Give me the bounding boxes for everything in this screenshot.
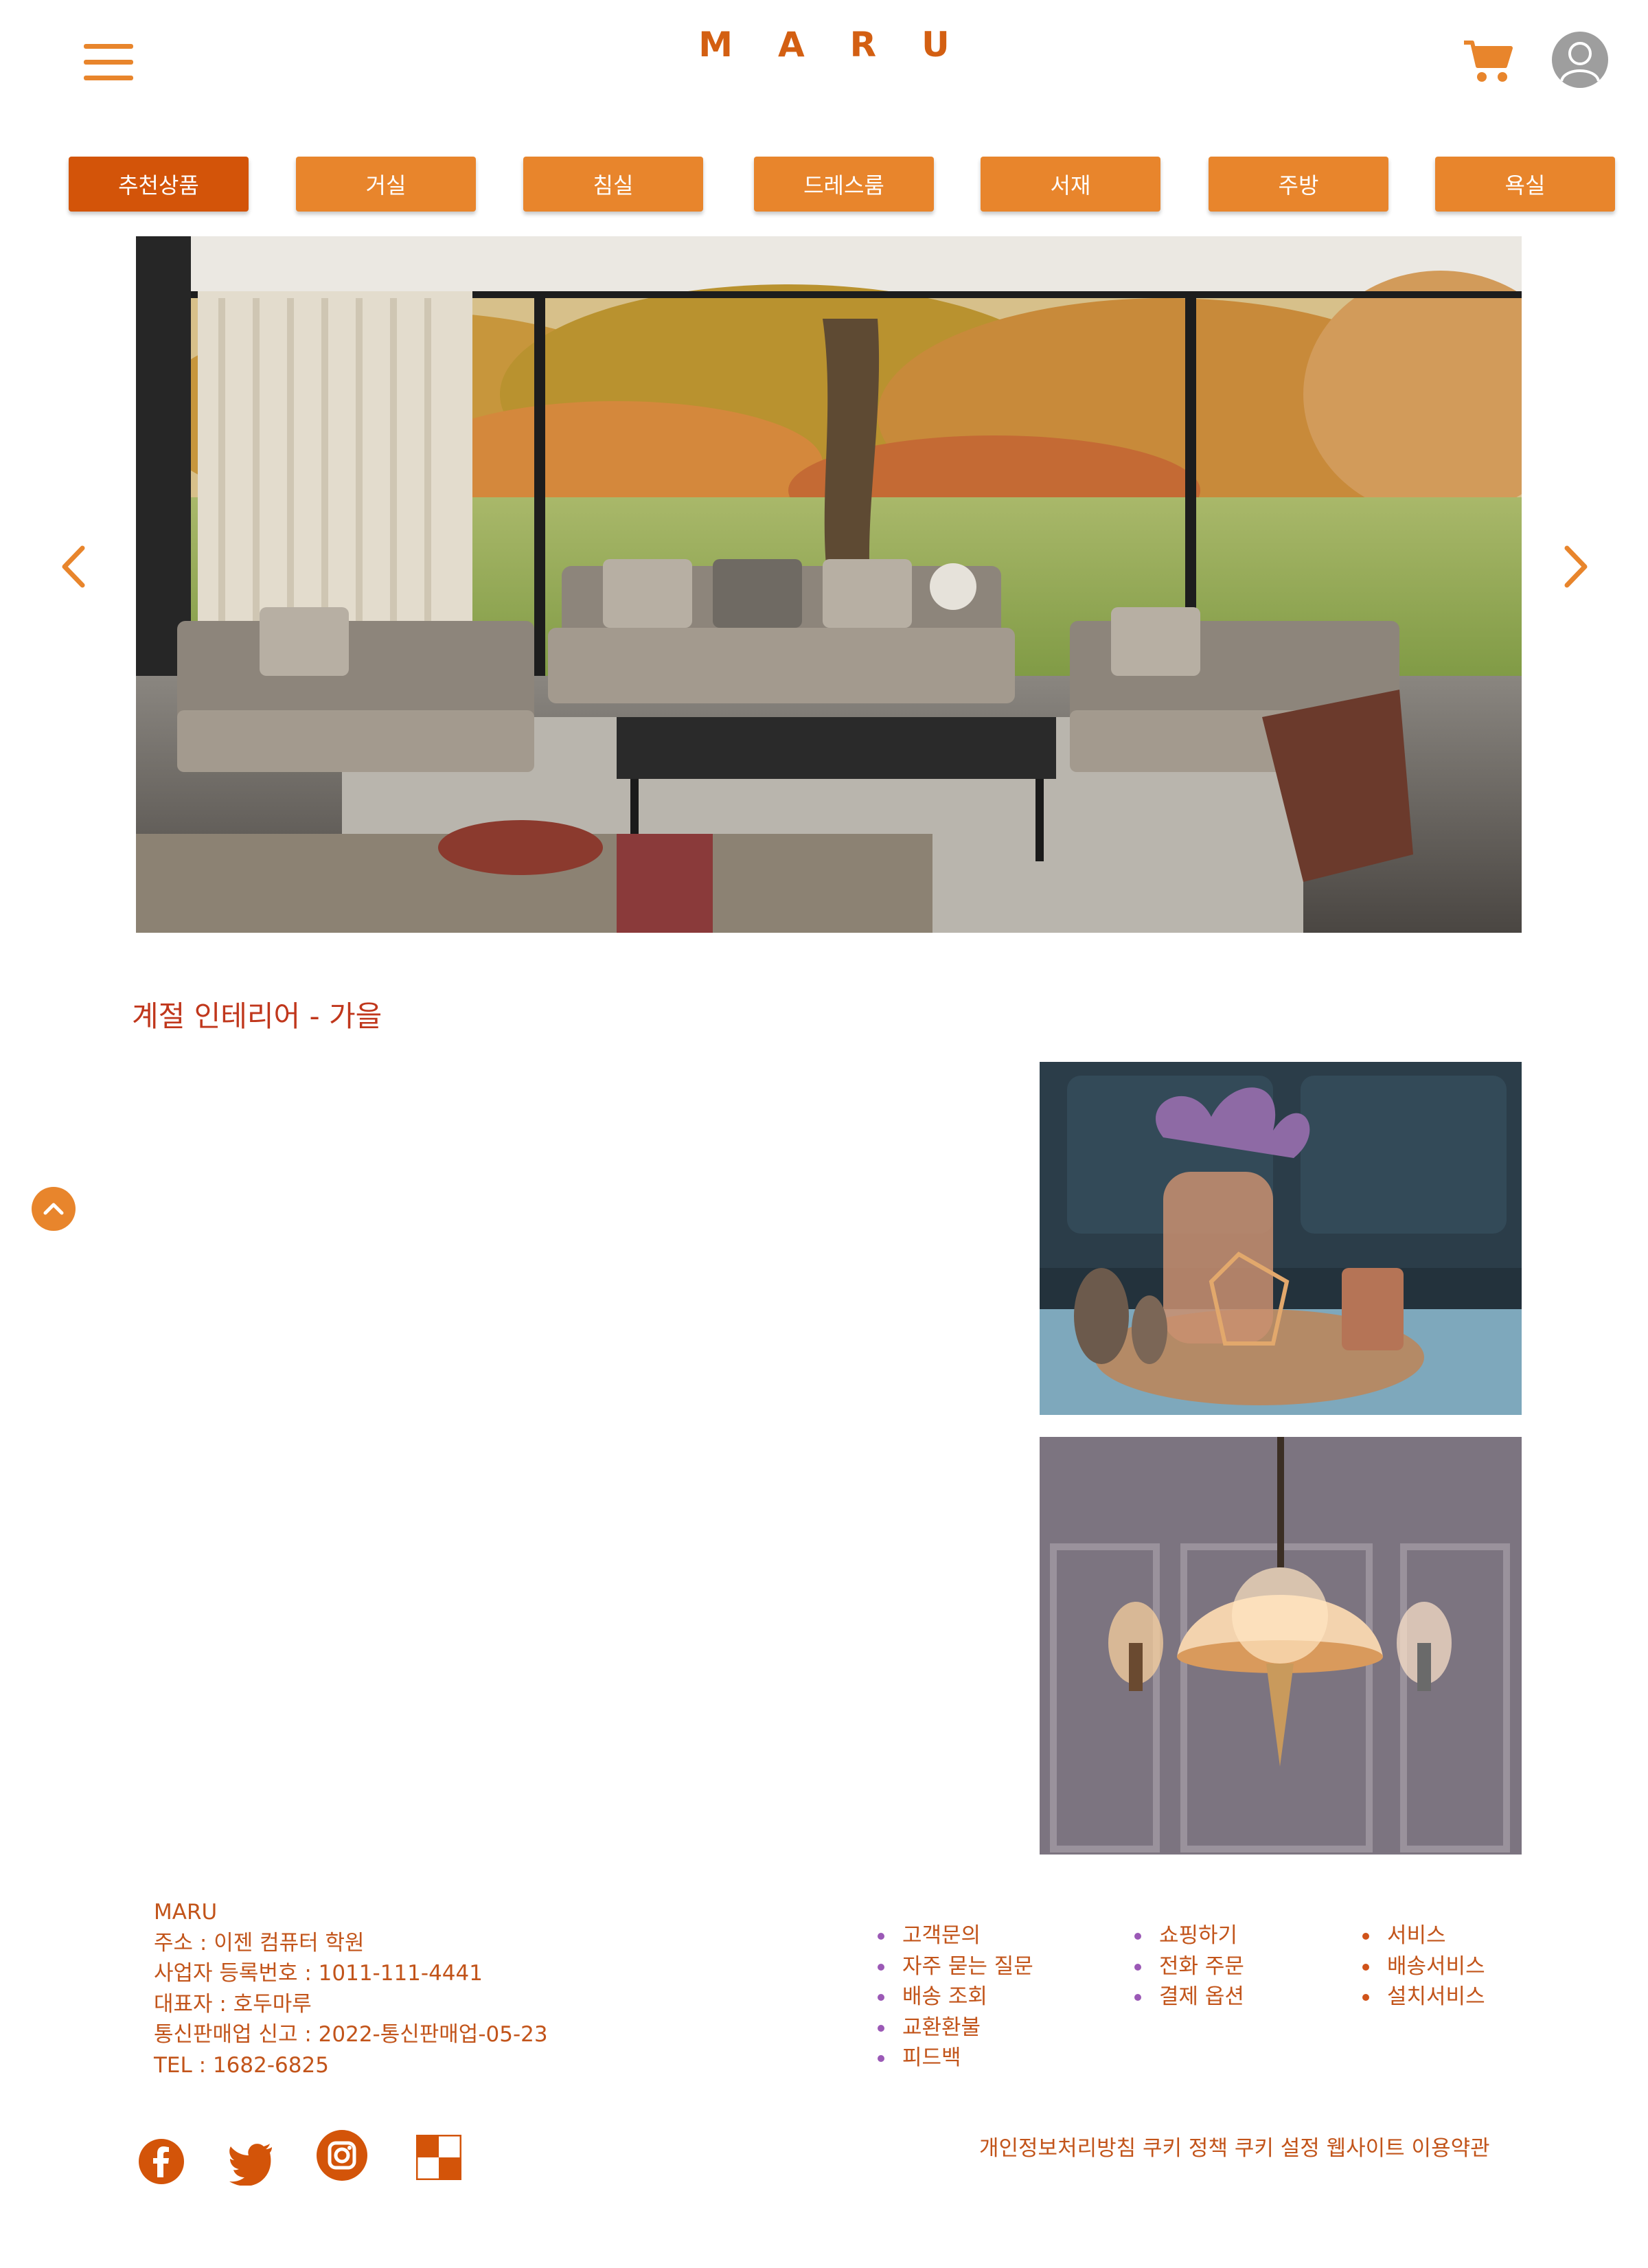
- footer-link-delivery-tracking[interactable]: 배송 조회: [878, 1982, 1033, 2012]
- carousel-prev-button[interactable]: [54, 543, 95, 591]
- chandelier-image[interactable]: [1040, 1437, 1522, 1855]
- chevron-right-icon: [1564, 545, 1588, 588]
- cookie-policy-link[interactable]: 쿠키 정책: [1143, 2136, 1228, 2161]
- checker-link[interactable]: [415, 2134, 468, 2187]
- scroll-to-top-button[interactable]: [32, 1187, 76, 1231]
- footer-link-shopping[interactable]: 쇼핑하기: [1134, 1920, 1244, 1951]
- twitter-icon: [229, 2144, 272, 2186]
- footer-shopping-links: 쇼핑하기 전화 주문 결제 옵션: [1134, 1920, 1244, 2012]
- terms-of-use-link[interactable]: 웹사이트 이용약관: [1327, 2136, 1490, 2161]
- user-icon: [1560, 42, 1600, 82]
- hero-carousel[interactable]: [136, 236, 1522, 933]
- footer-service-links: 서비스 배송서비스 설치서비스: [1362, 1920, 1485, 2012]
- cart-button[interactable]: [1463, 38, 1515, 85]
- carousel-next-button[interactable]: [1555, 543, 1596, 591]
- footer-link-contact[interactable]: 고객문의: [878, 1920, 1033, 1951]
- facebook-link[interactable]: [137, 2137, 190, 2190]
- user-avatar[interactable]: [1552, 32, 1608, 88]
- category-tabs: 추천상품 거실 침실 드레스룸 서재 주방 욕실: [0, 157, 1648, 212]
- tab-bathroom[interactable]: 욕실: [1435, 157, 1615, 212]
- privacy-policy-link[interactable]: 개인정보처리방침: [979, 2136, 1136, 2161]
- footer-link-service[interactable]: 서비스: [1362, 1920, 1485, 1951]
- tab-study[interactable]: 서재: [981, 157, 1160, 212]
- footer-link-payment-options[interactable]: 결제 옵션: [1134, 1982, 1244, 2012]
- hero-slide-image: [136, 236, 1522, 933]
- tab-kitchen[interactable]: 주방: [1209, 157, 1388, 212]
- facebook-icon: [139, 2139, 184, 2184]
- instagram-link[interactable]: [316, 2129, 368, 2181]
- tab-bedroom[interactable]: 침실: [523, 157, 703, 212]
- tab-recommended[interactable]: 추천상품: [69, 157, 249, 212]
- footer-link-faq[interactable]: 자주 묻는 질문: [878, 1951, 1033, 1982]
- footer-link-exchange-refund[interactable]: 교환환불: [878, 2012, 1033, 2043]
- company-info: MARU 주소 : 이젠 컴퓨터 학원 사업자 등록번호 : 1011-111-…: [154, 1897, 548, 2080]
- cookie-settings-link[interactable]: 쿠키 설정: [1235, 2136, 1320, 2161]
- chevron-up-icon: [43, 1203, 64, 1215]
- footer-ceo: 대표자 : 호두마루: [154, 1991, 312, 2017]
- footer-company-name: MARU: [154, 1900, 218, 1925]
- site-logo[interactable]: MARU: [0, 25, 1648, 65]
- chevron-left-icon: [62, 545, 85, 588]
- tab-living-room[interactable]: 거실: [296, 157, 476, 212]
- footer-link-installation-service[interactable]: 설치서비스: [1362, 1982, 1485, 2012]
- footer-tel: TEL : 1682-6825: [154, 2052, 329, 2078]
- footer-business-number: 사업자 등록번호 : 1011-111-4441: [154, 1961, 483, 1986]
- legal-links: 개인정보처리방침 쿠키 정책 쿠키 설정 웹사이트 이용약관: [979, 2131, 1490, 2162]
- section-title: 계절 인테리어 - 가을: [132, 999, 382, 1033]
- cart-icon: [1464, 41, 1513, 82]
- footer-mail-order: 통신판매업 신고 : 2022-통신판매업-05-23: [154, 2022, 548, 2047]
- instagram-icon: [317, 2130, 367, 2181]
- footer-link-feedback[interactable]: 피드백: [878, 2043, 1033, 2074]
- checker-icon: [415, 2134, 462, 2181]
- tab-dressroom[interactable]: 드레스룸: [754, 157, 934, 212]
- autumn-vase-image[interactable]: [1040, 1062, 1522, 1415]
- footer-address: 주소 : 이젠 컴퓨터 학원: [154, 1930, 365, 1955]
- twitter-link[interactable]: [227, 2137, 279, 2190]
- footer-link-delivery-service[interactable]: 배송서비스: [1362, 1951, 1485, 1982]
- footer-support-links: 고객문의 자주 묻는 질문 배송 조회 교환환불 피드백: [878, 1920, 1033, 2074]
- footer-link-phone-order[interactable]: 전화 주문: [1134, 1951, 1244, 1982]
